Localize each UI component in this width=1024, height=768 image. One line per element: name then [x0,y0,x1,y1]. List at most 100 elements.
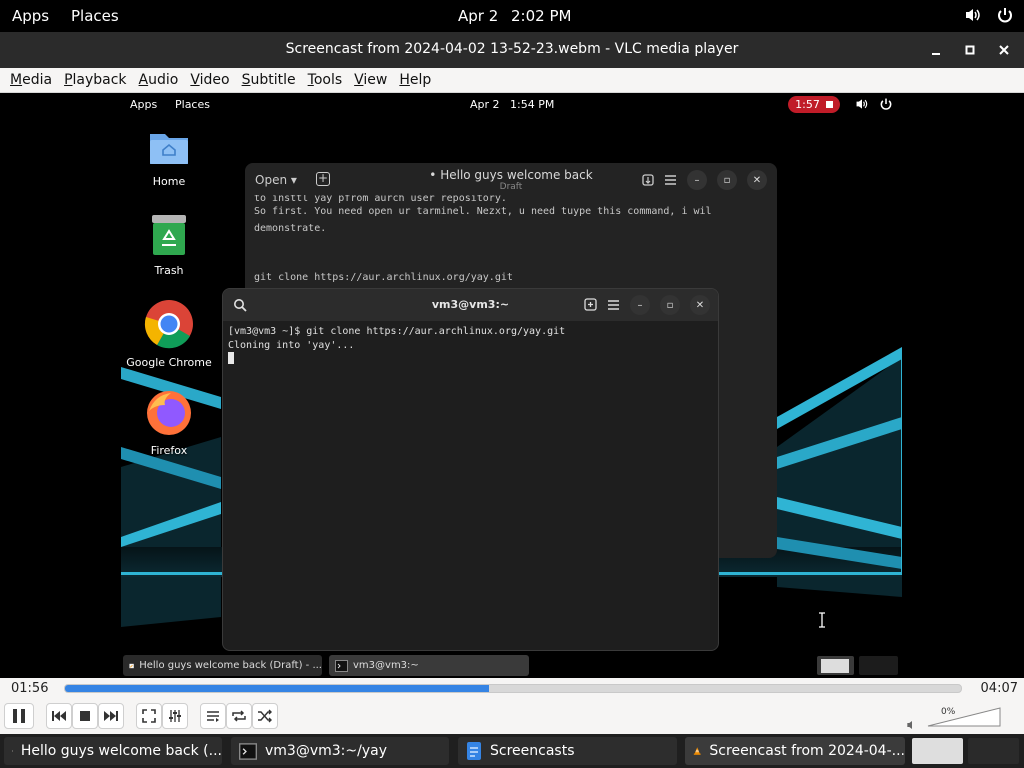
window-title-bar[interactable]: Screencast from 2024-04-02 13-52-23.webm… [0,32,1024,68]
editor-line-2: demonstrate. [254,222,327,234]
editor-line-1: So first. You need open ur tarminel. Nez… [254,206,712,217]
terminal-output: [vm3@vm3 ~]$ git clone https://aur.archl… [223,321,718,370]
terminal-header: vm3@vm3:~ – ▫ ✕ [223,289,718,321]
chrome-icon [144,300,193,349]
power-icon[interactable] [996,6,1014,28]
seek-row: 01:56 04:07 [0,678,1024,700]
task-editor[interactable]: Hello guys welcome back (... [4,737,222,765]
pause-icon [13,709,25,723]
video-area[interactable]: Apps Places Apr 2 1:54 PM 1:57 Home Tras… [0,93,1024,678]
mute-icon[interactable] [906,716,918,735]
terminal-minimize-icon: – [630,295,650,315]
extended-settings-button[interactable] [162,703,188,729]
loop-icon [232,710,246,722]
playlist-button[interactable] [200,703,226,729]
text-cursor-icon [819,612,825,628]
guest-places-menu: Places [175,98,210,111]
shuffle-button[interactable] [252,703,278,729]
guest-workspace-2 [859,656,898,675]
fullscreen-icon [142,709,156,723]
files-app-icon [467,742,481,760]
clock-date[interactable]: Apr 2 [458,7,498,25]
terminal-new-tab-icon [584,296,597,315]
close-button[interactable] [994,40,1014,60]
terminal-app-icon [335,659,348,672]
menu-tools[interactable]: Tools [302,72,349,88]
vlc-cone-icon [693,747,701,755]
desktop-chrome-label: Google Chrome [126,356,212,369]
menu-audio[interactable]: Audio [133,72,185,88]
trash-icon [152,215,186,255]
guest-power-icon [879,97,893,114]
editor-text-area: to insttl yay pfrom aurch user repositor… [245,195,777,287]
menu-bar: Media Playback Audio Video Subtitle Tool… [0,68,1024,93]
terminal-close-icon: ✕ [690,295,710,315]
total-time[interactable]: 04:07 [981,681,1018,696]
desktop-trash-label: Trash [154,264,184,277]
desktop-trash: Trash [121,213,217,277]
menu-video[interactable]: Video [184,72,235,88]
task-vlc[interactable]: Screencast from 2024-04-... [685,737,905,765]
menu-playback[interactable]: Playback [58,72,132,88]
seek-slider[interactable] [64,684,962,693]
terminal-line-2: Cloning into 'yay'... [228,339,355,351]
desktop-home: Home [121,126,217,188]
desktop-firefox-label: Firefox [150,444,188,457]
editor-app-icon [12,750,13,752]
clock-time[interactable]: 2:02 PM [511,7,571,25]
playback-controls: 0% [0,700,1024,734]
apps-menu[interactable]: Apps [12,7,49,25]
desktop-chrome: Google Chrome [121,299,217,369]
volume-icon[interactable] [964,6,982,28]
guest-taskbar: Hello guys welcome back (Draft) - ... vm… [121,653,902,678]
task-terminal[interactable]: vm3@vm3:~/yay [231,737,449,765]
desktop-firefox: Firefox [121,389,217,457]
folder-home-icon [150,134,188,164]
host-top-bar: Apps Places Apr 2 2:02 PM [0,0,1024,32]
loop-button[interactable] [226,703,252,729]
maximize-button[interactable] [960,40,980,60]
window-title: Screencast from 2024-04-02 13-52-23.webm… [285,41,739,57]
minimize-button[interactable] [926,40,946,60]
guest-task-terminal: vm3@vm3:~ [329,655,529,676]
fullscreen-button[interactable] [136,703,162,729]
task-screencasts[interactable]: Screencasts [458,737,677,765]
terminal-line-1: [vm3@vm3 ~]$ git clone https://aur.archl… [228,326,566,337]
places-menu[interactable]: Places [71,7,119,25]
next-button[interactable] [98,703,124,729]
elapsed-time[interactable]: 01:56 [11,681,48,696]
seek-progress [65,685,489,692]
terminal-cursor [228,352,234,364]
stop-icon [80,711,90,721]
editor-save-icon [642,171,654,190]
guest-workspace-1 [817,656,854,675]
pause-button[interactable] [4,703,34,729]
terminal-maximize-icon: ▫ [660,295,680,315]
guest-top-bar: Apps Places Apr 2 1:54 PM 1:57 [121,93,902,117]
volume-slider[interactable] [926,706,1002,728]
guest-task-editor: Hello guys welcome back (Draft) - ... [123,655,322,676]
menu-help[interactable]: Help [393,72,437,88]
menu-media[interactable]: Media [4,72,58,88]
equalizer-icon [169,710,181,722]
menu-subtitle[interactable]: Subtitle [236,72,302,88]
shuffle-icon [258,709,272,723]
menu-view[interactable]: View [348,72,393,88]
terminal-menu-icon [607,296,620,315]
editor-maximize-icon: ▫ [717,170,737,190]
skip-forward-icon [104,711,118,721]
screen: Apps Places Apr 2 2:02 PM Screencast fro… [0,0,1024,768]
guest-clock-time: 1:54 PM [510,98,555,111]
screencast-frame: Apps Places Apr 2 1:54 PM 1:57 Home Tras… [121,93,902,678]
editor-close-icon: ✕ [747,170,767,190]
workspace-2[interactable] [968,738,1019,764]
playlist-icon [207,711,219,722]
guest-apps-menu: Apps [130,98,158,111]
previous-button[interactable] [46,703,72,729]
editor-line-3: git clone https://aur.archlinux.org/yay.… [254,272,513,283]
stop-button[interactable] [72,703,98,729]
guest-volume-icon [855,97,869,114]
workspace-1[interactable] [912,738,963,764]
editor-menu-icon [664,171,677,190]
skip-back-icon [52,711,66,721]
